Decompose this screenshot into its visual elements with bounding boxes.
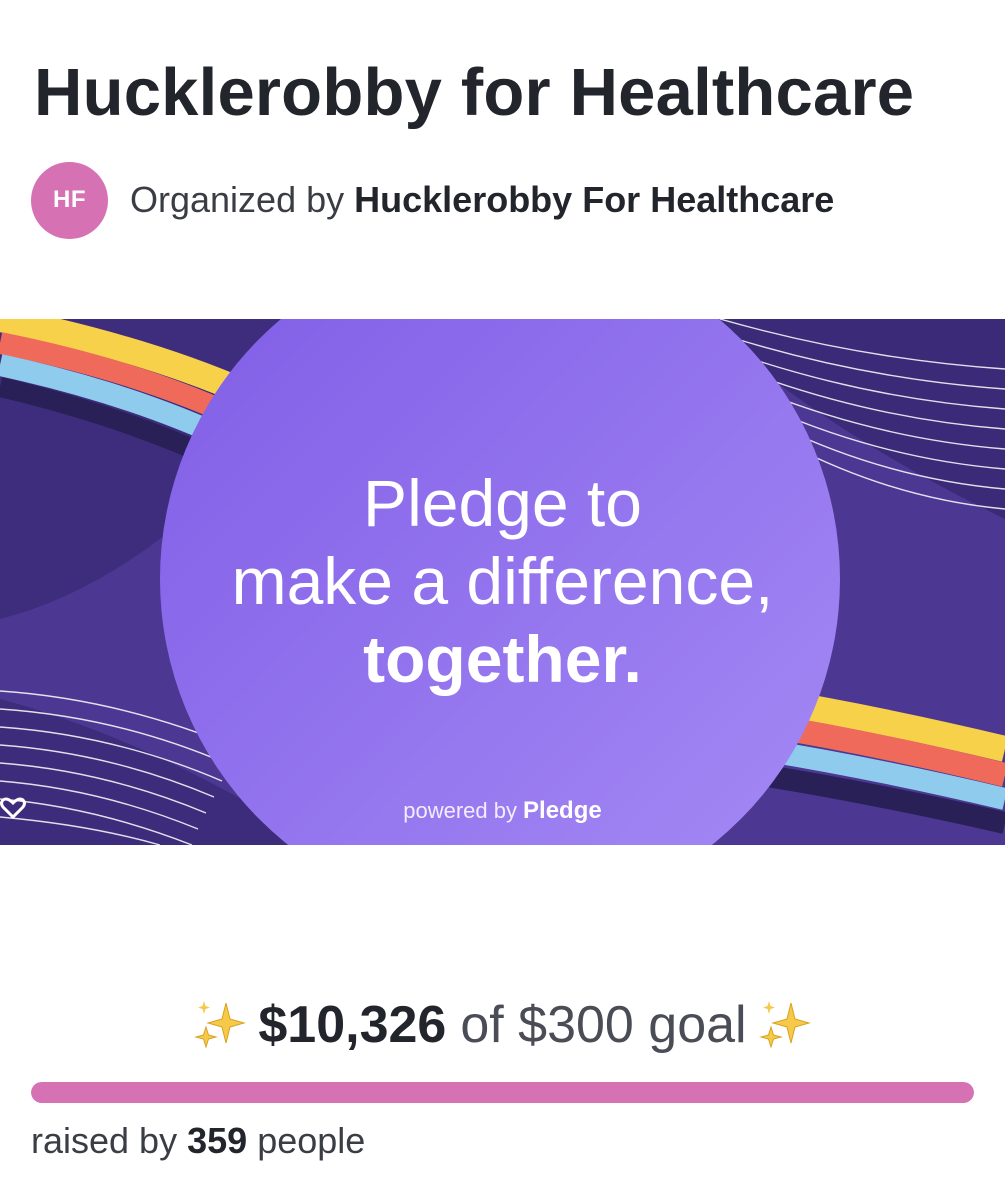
- avatar[interactable]: HF: [31, 161, 108, 239]
- organizer-prefix: Organized by: [130, 179, 345, 220]
- goal-summary: $10,326 of $300 goal: [0, 985, 1005, 1065]
- powered-by-label: powered by: [403, 798, 518, 823]
- progress-bar: [31, 1082, 974, 1103]
- organizer-name[interactable]: Hucklerobby For Healthcare: [354, 179, 834, 220]
- banner-headline: Pledge to make a difference, together.: [0, 464, 1005, 698]
- raised-amount: $10,326: [258, 996, 447, 1054]
- organizer-row[interactable]: HF Organized by Hucklerobby For Healthca…: [31, 161, 834, 239]
- people-count: 359: [187, 1120, 248, 1161]
- pledge-brand-name: Pledge: [523, 797, 602, 824]
- sparkles-icon: [758, 1001, 811, 1049]
- campaign-banner-image: Pledge to make a difference, together. p…: [0, 319, 1005, 845]
- goal-text: of $300 goal: [460, 996, 747, 1054]
- banner-line-3: together.: [363, 622, 642, 696]
- donor-count: raised by 359 people: [31, 1120, 365, 1162]
- banner-line-2: make a difference,: [231, 544, 774, 618]
- raised-by-suffix: people: [257, 1120, 366, 1161]
- sparkles-icon: [194, 1001, 247, 1049]
- organizer-text: Organized by Hucklerobby For Healthcare: [130, 179, 834, 221]
- page-title: Hucklerobby for Healthcare: [34, 55, 915, 130]
- progress-bar-fill: [31, 1082, 974, 1103]
- banner-line-1: Pledge to: [363, 466, 642, 540]
- fundraiser-page: Hucklerobby for Healthcare HF Organized …: [0, 0, 1005, 1200]
- heart-icon: [0, 797, 26, 819]
- powered-by: powered by Pledge: [0, 797, 1005, 825]
- raised-by-prefix: raised by: [31, 1120, 178, 1161]
